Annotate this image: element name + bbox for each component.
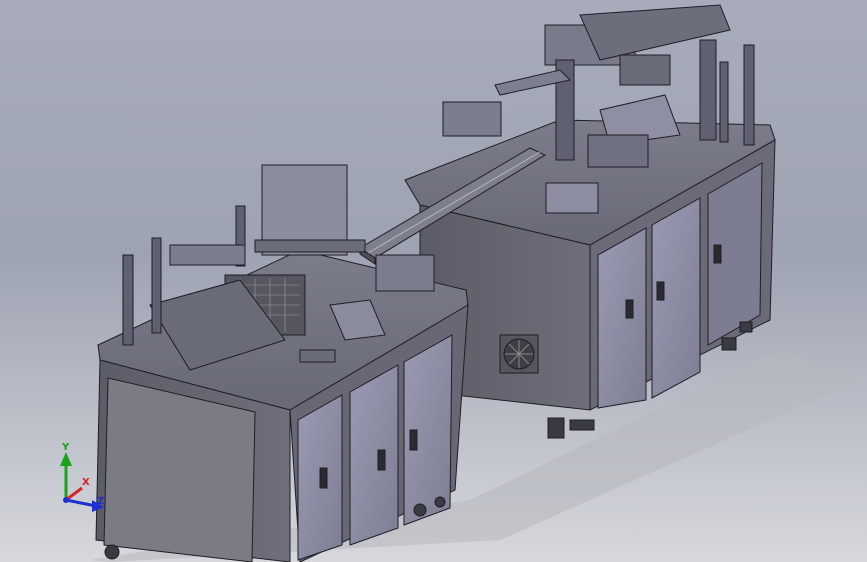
door-handle[interactable] <box>319 467 328 489</box>
assembly-model[interactable]: Y X Z <box>0 0 867 562</box>
leveling-foot <box>569 419 595 431</box>
left-door-2[interactable] <box>349 364 399 546</box>
y-axis-arrowhead <box>60 452 72 466</box>
cross-beam <box>254 239 366 253</box>
door-handle[interactable] <box>409 429 418 451</box>
pneumatic-cylinder <box>299 349 336 363</box>
y-axis-label: Y <box>61 442 70 453</box>
linear-guide <box>169 244 246 266</box>
cooling-fan-icon <box>499 334 539 374</box>
right-door-1[interactable] <box>597 227 647 409</box>
caster-wheel <box>413 503 427 517</box>
sensor-box <box>587 134 649 168</box>
upright-post <box>122 254 134 346</box>
caster-wheel <box>104 544 120 560</box>
upright-post <box>151 237 162 334</box>
leveling-foot <box>721 337 737 351</box>
upright-post <box>743 44 755 146</box>
bracket <box>619 54 671 86</box>
z-axis-arrow <box>65 498 97 508</box>
leveling-foot <box>739 321 753 333</box>
cad-viewport[interactable]: Y X Z <box>0 0 867 562</box>
upright-post <box>719 61 729 143</box>
slide-block <box>545 182 599 214</box>
leveling-foot <box>547 417 565 439</box>
triad-origin <box>63 497 69 503</box>
door-handle[interactable] <box>377 449 386 471</box>
gantry-column <box>699 39 717 141</box>
x-axis-label: X <box>82 477 90 488</box>
sensor-box <box>442 101 502 137</box>
sensor-box <box>375 254 435 292</box>
door-handle[interactable] <box>625 299 634 319</box>
door-handle[interactable] <box>713 244 722 264</box>
z-axis-label: Z <box>97 496 104 507</box>
door-handle[interactable] <box>656 281 665 301</box>
caster-wheel <box>434 496 446 508</box>
